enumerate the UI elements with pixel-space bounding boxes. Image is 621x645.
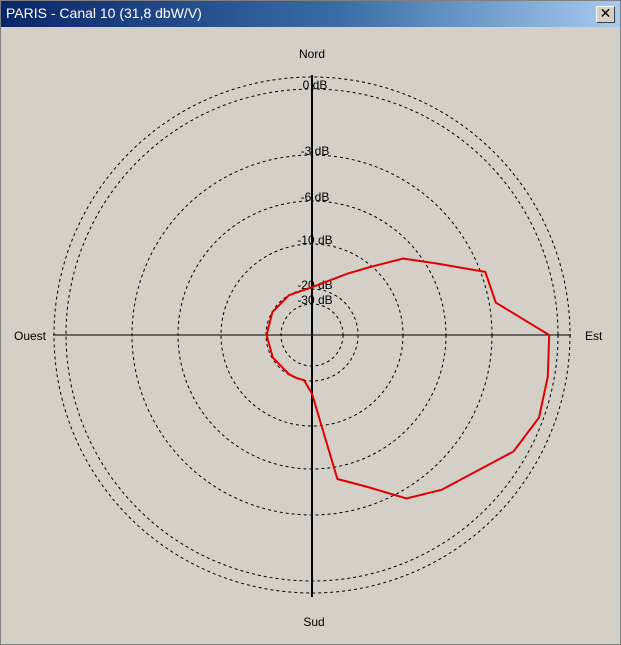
data-point-18 [295, 377, 298, 379]
data-point-11 [474, 471, 477, 473]
ring-label-5: -30 dB [297, 293, 332, 307]
data-point-10 [512, 450, 515, 453]
title-bar[interactable]: PARIS - Canal 10 (31,8 dbW/V) ✕ [1, 1, 620, 27]
close-icon: ✕ [599, 6, 612, 22]
polar-chart: 0 dB-3 dB-6 dB-10 dB-20 dB-30 dB Nord Su… [14, 47, 603, 629]
ring-label-2: -6 dB [301, 190, 330, 204]
data-point-17 [303, 379, 305, 382]
data-point-8 [547, 375, 549, 378]
data-point-24 [311, 286, 313, 289]
direction-south: Sud [303, 615, 324, 629]
data-point-19 [288, 373, 291, 376]
ring-label-1: -3 dB [301, 144, 330, 158]
window-title: PARIS - Canal 10 (31,8 dbW/V) [6, 5, 202, 21]
data-point-5 [484, 271, 487, 273]
ring-label-0: 0 dB [303, 78, 328, 92]
data-point-15 [336, 478, 339, 480]
data-point-1 [346, 272, 349, 275]
direction-east: Est [585, 329, 603, 343]
data-point-21 [265, 334, 268, 336]
ring-label-3: -10 dB [297, 233, 332, 247]
data-point-3 [402, 257, 404, 260]
data-point-2 [368, 266, 370, 269]
plot-window: PARIS - Canal 10 (31,8 dbW/V) ✕ 0 dB -3 d… [0, 0, 621, 645]
data-point-7 [548, 334, 550, 336]
data-point-9 [538, 416, 540, 419]
data-point-6 [495, 301, 497, 304]
data-point-22 [271, 311, 274, 313]
data-point-14 [366, 486, 369, 488]
data-point-16 [311, 392, 313, 395]
direction-north: Nord [299, 47, 325, 61]
data-point-12 [441, 488, 443, 491]
direction-west: Ouest [14, 329, 47, 343]
data-point-23 [288, 294, 290, 297]
data-point-4 [435, 262, 437, 265]
close-button[interactable]: ✕ [596, 6, 615, 23]
data-point-13 [405, 497, 408, 500]
ring-labels: 0 dB-3 dB-6 dB-10 dB-20 dB-30 dB [297, 78, 332, 307]
data-point-20 [272, 356, 274, 359]
